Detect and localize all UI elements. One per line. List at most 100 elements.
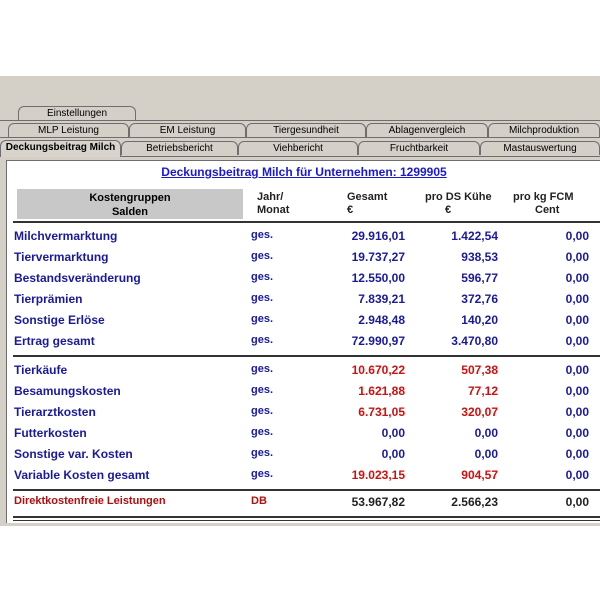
row-pro-ds: 1.422,54 (451, 229, 498, 243)
row-pro-ds: 596,77 (461, 271, 498, 285)
row-pro-ds: 372,76 (461, 292, 498, 306)
header-pro-kg: pro kg FCM Cent (513, 191, 574, 217)
tab-einstellungen[interactable]: Einstellungen (18, 106, 136, 120)
header-pro-ds-label: pro DS Kühe (425, 191, 492, 203)
row-period: ges. (251, 334, 274, 346)
row-gesamt: 29.916,01 (351, 229, 405, 243)
row-gesamt: 72.990,97 (351, 334, 405, 348)
row-gesamt: 0,00 (381, 447, 405, 461)
header-pro-kg-unit: Cent (535, 204, 560, 216)
row-period: ges. (251, 468, 274, 480)
row-gesamt: 0,00 (381, 426, 405, 440)
row-label: Besamungskosten (14, 384, 121, 398)
row-label: Sonstige var. Kosten (14, 447, 133, 461)
row-gesamt: 2.948,48 (358, 313, 405, 327)
row-pro-kg: 0,00 (565, 292, 589, 306)
report-title: Deckungsbeitrag Milch für Unternehmen: 1… (161, 165, 447, 179)
tab-deckungsbeitrag-milch[interactable]: Deckungsbeitrag Milch (0, 140, 121, 157)
row-pro-ds: 320,07 (461, 405, 498, 419)
table-row: Bestandsveränderung ges. 12.550,00 596,77 0,… (7, 269, 600, 289)
tab-em-leistung[interactable]: EM Leistung (129, 123, 246, 137)
tab-betriebsbericht[interactable]: Betriebsbericht (121, 141, 238, 155)
table-row: Direktkostenfreie Leistungen DB 53.967,82 2… (7, 493, 600, 513)
header-gesamt: Gesamt € (347, 191, 387, 217)
header-gesamt-unit: € (347, 204, 354, 216)
row-label: Bestandsveränderung (14, 271, 141, 285)
row-gesamt: 7.839,21 (358, 292, 405, 306)
row-pro-kg: 0,00 (565, 271, 589, 285)
row-pro-ds: 77,12 (467, 384, 498, 398)
row-pro-ds: 2.566,23 (451, 495, 498, 509)
header-kostengruppen: Kostengruppen (89, 192, 171, 204)
row-pro-kg: 0,00 (565, 384, 589, 398)
row-label: Tierkäufe (14, 363, 68, 377)
tab-mastauswertung[interactable]: Mastauswertung (480, 141, 600, 155)
header-salden: Salden (111, 206, 149, 218)
tab-ablagenvergleich[interactable]: Ablagenvergleich (366, 123, 488, 137)
row-pro-ds: 938,53 (461, 250, 498, 264)
row-period: ges. (251, 384, 274, 396)
row-pro-kg: 0,00 (565, 334, 589, 348)
kostengruppen-header: Kostengruppen Salden (17, 189, 243, 219)
row-label: Sonstige Erlöse (14, 313, 105, 327)
row-label: Futterkosten (14, 426, 87, 440)
row-pro-kg: 0,00 (565, 363, 589, 377)
row-gesamt: 1.621,88 (358, 384, 405, 398)
row-pro-ds: 507,38 (461, 363, 498, 377)
header-jahr: Jahr/ (257, 191, 284, 203)
row-label: Ertrag gesamt (14, 334, 95, 348)
table-bottom-border (13, 516, 600, 518)
row-pro-kg: 0,00 (565, 313, 589, 327)
row-gesamt: 19.737,27 (351, 250, 405, 264)
tab-row-divider (0, 120, 600, 121)
tab-mlp-leistung[interactable]: MLP Leistung (8, 123, 129, 137)
row-period: ges. (251, 250, 274, 262)
row-gesamt: 53.967,82 (351, 495, 405, 509)
row-label: Direktkostenfreie Leistungen (14, 495, 166, 507)
row-gesamt: 19.023,15 (351, 468, 405, 482)
row-pro-kg: 0,00 (565, 426, 589, 440)
table-row: Sonstige Erlöse ges. 2.948,48 140,20 0,00 (7, 311, 600, 331)
row-pro-kg: 0,00 (565, 229, 589, 243)
row-pro-kg: 0,00 (565, 405, 589, 419)
row-pro-kg: 0,00 (565, 447, 589, 461)
header-pro-kg-label: pro kg FCM (513, 191, 574, 203)
row-pro-kg: 0,00 (565, 250, 589, 264)
table-row: Tierprämien ges. 7.839,21 372,76 0,00 (7, 290, 600, 310)
header-monat: Monat (257, 204, 290, 216)
table-row: Variable Kosten gesamt ges. 19.023,15 904,5… (7, 466, 600, 486)
total-separator (13, 489, 600, 491)
table-row: Besamungskosten ges. 1.621,88 77,12 0,00 (7, 382, 600, 402)
row-label: Milchvermarktung (14, 229, 118, 243)
row-period: ges. (251, 447, 274, 459)
row-period: ges. (251, 292, 274, 304)
row-period: ges. (251, 426, 274, 438)
row-pro-ds: 0,00 (474, 426, 498, 440)
table-row: Futterkosten ges. 0,00 0,00 0,00 (7, 424, 600, 444)
row-period: ges. (251, 229, 274, 241)
row-gesamt: 12.550,00 (351, 271, 405, 285)
header-pro-ds-unit: € (445, 204, 452, 216)
header-period: Jahr/ Monat (257, 191, 289, 217)
tab-milchproduktion[interactable]: Milchproduktion (488, 123, 600, 137)
row-period: ges. (251, 313, 274, 325)
row-label: Variable Kosten gesamt (14, 468, 150, 482)
row-gesamt: 10.670,22 (351, 363, 405, 377)
table-bottom-border (13, 520, 600, 521)
table-row: Tierkäufe ges. 10.670,22 507,38 0,00 (7, 361, 600, 381)
tab-fruchtbarkeit[interactable]: Fruchtbarkeit (358, 141, 480, 155)
table-row: Tiervermarktung ges. 19.737,27 938,53 0,00 (7, 248, 600, 268)
row-pro-ds: 904,57 (461, 468, 498, 482)
row-period: ges. (251, 363, 274, 375)
row-period: ges. (251, 271, 274, 283)
row-period: ges. (251, 405, 274, 417)
table-row: Tierarztkosten ges. 6.731,05 320,07 0,00 (7, 403, 600, 423)
section-separator (13, 355, 600, 357)
header-pro-ds: pro DS Kühe € (425, 191, 492, 217)
table-row: Ertrag gesamt ges. 72.990,97 3.470,80 0,00 (7, 332, 600, 352)
row-label: Tiervermarktung (14, 250, 109, 264)
tab-tiergesundheit[interactable]: Tiergesundheit (246, 123, 366, 137)
tab-viehbericht[interactable]: Viehbericht (238, 141, 358, 155)
row-gesamt: 6.731,05 (358, 405, 405, 419)
row-pro-ds: 0,00 (474, 447, 498, 461)
